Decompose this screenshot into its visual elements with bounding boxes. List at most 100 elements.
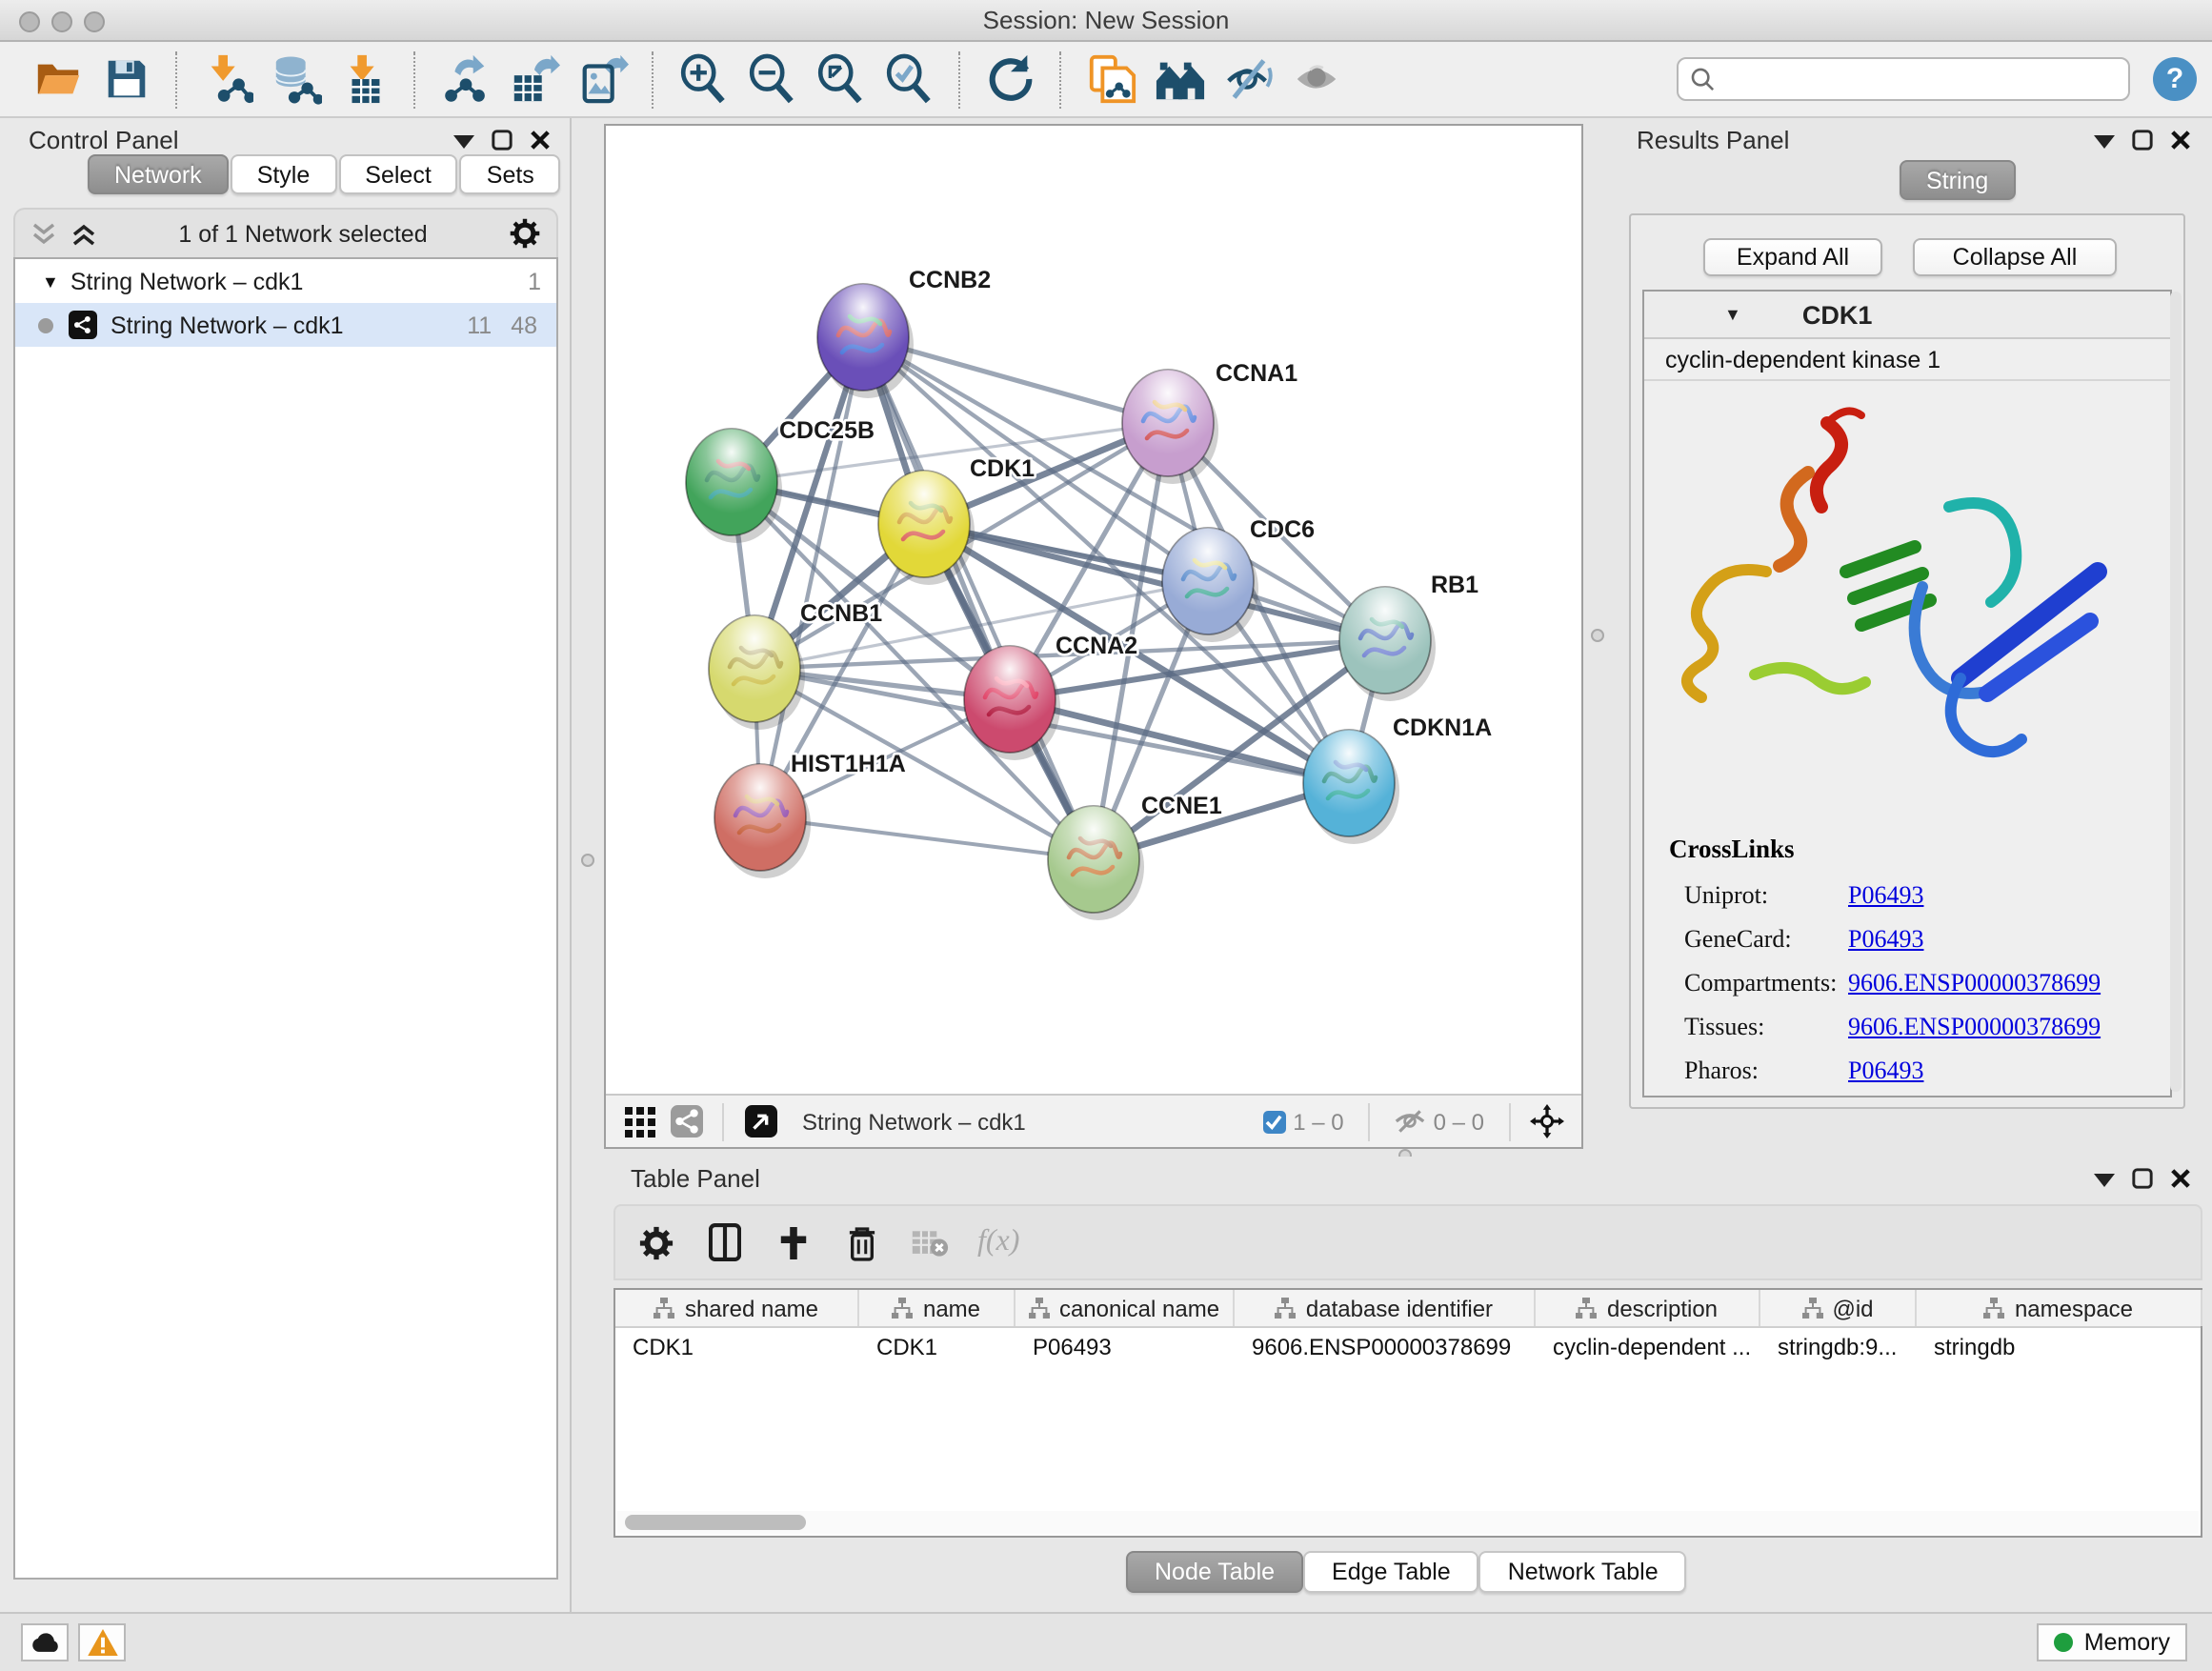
panel-float-icon[interactable] bbox=[492, 130, 513, 151]
collapse-caret-icon[interactable]: ▼ bbox=[1724, 305, 1741, 324]
import-network-database-button[interactable] bbox=[267, 50, 324, 108]
search-input[interactable] bbox=[1677, 57, 2130, 101]
tab-style[interactable]: Style bbox=[231, 154, 337, 194]
save-floppy-icon bbox=[100, 53, 151, 105]
column-header-canonical-name[interactable]: canonical name bbox=[1016, 1290, 1235, 1326]
column-header-namespace[interactable]: namespace bbox=[1917, 1290, 2202, 1326]
scrollbar-thumb[interactable] bbox=[625, 1515, 806, 1530]
search-field[interactable] bbox=[1724, 66, 2117, 92]
delete-table-button[interactable] bbox=[909, 1221, 951, 1263]
results-scrollbar[interactable] bbox=[2170, 292, 2182, 1092]
network-node-CCNB2[interactable] bbox=[817, 284, 914, 398]
string-protein-query-button[interactable] bbox=[1082, 50, 1139, 108]
import-network-file-button[interactable] bbox=[198, 50, 255, 108]
network-node-RB1[interactable] bbox=[1339, 587, 1436, 701]
crosslink-label: Pharos: bbox=[1669, 1055, 1848, 1085]
crosslink-value[interactable]: P06493 bbox=[1848, 879, 1923, 910]
tab-network-table[interactable]: Network Table bbox=[1479, 1551, 1687, 1593]
toggle-enhanced-labels-button[interactable] bbox=[1288, 50, 1345, 108]
function-builder-button[interactable]: f(x) bbox=[977, 1225, 1019, 1259]
collapse-all-icon[interactable] bbox=[30, 222, 57, 245]
network-node-CDKN1A[interactable] bbox=[1303, 730, 1399, 844]
network-edge[interactable] bbox=[760, 337, 863, 817]
column-header-name[interactable]: name bbox=[859, 1290, 1016, 1326]
network-options-gear-icon[interactable] bbox=[509, 217, 541, 250]
string-home-button[interactable] bbox=[1151, 50, 1208, 108]
collapse-all-button[interactable]: Collapse All bbox=[1913, 238, 2117, 276]
zoom-selected-button[interactable] bbox=[880, 50, 937, 108]
panel-close-icon[interactable] bbox=[2170, 1168, 2191, 1189]
main-toolbar: ? bbox=[0, 42, 2212, 118]
network-node-CDK1[interactable] bbox=[878, 471, 975, 585]
column-header-shared-name[interactable]: shared name bbox=[615, 1290, 859, 1326]
table-row[interactable]: CDK1CDK1P064939606.ENSP00000378699cyclin… bbox=[615, 1328, 2201, 1364]
table-options-button[interactable] bbox=[634, 1221, 676, 1263]
table-cell: P06493 bbox=[1016, 1328, 1235, 1364]
column-header-database-identifier[interactable]: database identifier bbox=[1235, 1290, 1536, 1326]
cloud-status-button[interactable] bbox=[21, 1623, 69, 1661]
toggle-structure-images-button[interactable] bbox=[1219, 50, 1277, 108]
panel-float-icon[interactable] bbox=[2132, 1168, 2153, 1189]
save-session-button[interactable] bbox=[97, 50, 154, 108]
fit-content-button[interactable] bbox=[1530, 1104, 1564, 1138]
network-node-CCNE1[interactable] bbox=[1048, 806, 1144, 920]
expand-all-button[interactable]: Expand All bbox=[1703, 238, 1882, 276]
expand-all-icon[interactable] bbox=[70, 222, 97, 245]
refresh-button[interactable] bbox=[981, 50, 1038, 108]
tree-expand-icon[interactable]: ▼ bbox=[42, 272, 59, 291]
export-table-button[interactable] bbox=[505, 50, 562, 108]
export-network-button[interactable] bbox=[436, 50, 493, 108]
network-node-HIST1H1A[interactable] bbox=[714, 764, 811, 878]
network-row[interactable]: String Network – cdk11148 bbox=[15, 303, 556, 347]
gene-description: cyclin-dependent kinase 1 bbox=[1644, 339, 2170, 381]
table-cell: CDK1 bbox=[859, 1328, 1016, 1364]
tab-edge-table[interactable]: Edge Table bbox=[1303, 1551, 1479, 1593]
panel-float-icon[interactable] bbox=[2132, 130, 2153, 151]
show-grid-button[interactable] bbox=[623, 1104, 657, 1138]
crosslink-value[interactable]: P06493 bbox=[1848, 1055, 1923, 1085]
help-button[interactable]: ? bbox=[2153, 57, 2197, 101]
tab-node-table[interactable]: Node Table bbox=[1126, 1551, 1303, 1593]
column-header-@id[interactable]: @id bbox=[1760, 1290, 1917, 1326]
panel-menu-icon[interactable] bbox=[453, 132, 474, 148]
panel-menu-icon[interactable] bbox=[2094, 1171, 2115, 1186]
left-splitter-handle[interactable] bbox=[581, 854, 594, 867]
gene-header[interactable]: ▼ CDK1 bbox=[1644, 292, 2170, 339]
zoom-fit-button[interactable] bbox=[812, 50, 869, 108]
crosslink-value[interactable]: P06493 bbox=[1848, 923, 1923, 954]
table-horizontal-scrollbar[interactable] bbox=[617, 1511, 2199, 1534]
tab-sets[interactable]: Sets bbox=[460, 154, 561, 194]
toolbar-separator bbox=[652, 50, 654, 108]
create-column-button[interactable] bbox=[772, 1221, 814, 1263]
birds-eye-view-button[interactable] bbox=[743, 1104, 777, 1138]
panel-close-icon[interactable] bbox=[2170, 130, 2191, 151]
zoom-out-button[interactable] bbox=[743, 50, 800, 108]
network-canvas[interactable]: CCNB2CCNA1CDC25BCDK1CDC6RB1CCNB1CCNA2CDK… bbox=[606, 126, 1581, 1094]
zoom-in-button[interactable] bbox=[674, 50, 732, 108]
warnings-button[interactable] bbox=[78, 1623, 126, 1661]
show-columns-button[interactable] bbox=[703, 1221, 745, 1263]
toolbar-separator bbox=[175, 50, 177, 108]
tab-string[interactable]: String bbox=[1900, 160, 2015, 200]
tab-select[interactable]: Select bbox=[338, 154, 458, 194]
right-splitter-handle[interactable] bbox=[1591, 629, 1604, 642]
crosslink-value[interactable]: 9606.ENSP00000378699 bbox=[1848, 967, 2101, 997]
open-session-button[interactable] bbox=[29, 50, 86, 108]
panel-menu-icon[interactable] bbox=[2094, 132, 2115, 148]
network-node-CCNB1[interactable] bbox=[709, 615, 805, 730]
crosslink-value[interactable]: 9606.ENSP00000378699 bbox=[1848, 1011, 2101, 1041]
network-overview-button[interactable] bbox=[669, 1104, 703, 1138]
network-node-CCNA2[interactable] bbox=[964, 646, 1060, 760]
network-edge[interactable] bbox=[863, 337, 1094, 859]
trash-icon bbox=[847, 1224, 875, 1260]
import-table-file-button[interactable] bbox=[335, 50, 392, 108]
network-collection-row[interactable]: ▼String Network – cdk11 bbox=[15, 259, 556, 303]
export-image-button[interactable] bbox=[573, 50, 631, 108]
memory-button[interactable]: Memory bbox=[2037, 1623, 2187, 1661]
network-node-CCNA1[interactable] bbox=[1122, 370, 1218, 484]
column-header-description[interactable]: description bbox=[1536, 1290, 1760, 1326]
tab-network[interactable]: Network bbox=[88, 154, 229, 194]
delete-column-button[interactable] bbox=[840, 1221, 882, 1263]
panel-close-icon[interactable] bbox=[530, 130, 551, 151]
selected-checkbox-icon[interactable] bbox=[1262, 1110, 1285, 1133]
